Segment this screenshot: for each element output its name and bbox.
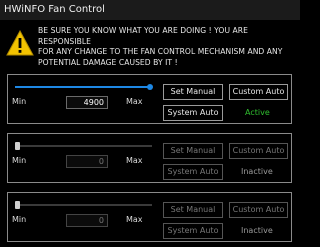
slider-knob[interactable]	[147, 84, 153, 90]
custom-auto-button[interactable]: Custom Auto	[229, 202, 288, 218]
status-label: Active	[245, 108, 270, 117]
max-label: Max	[126, 215, 143, 224]
system-auto-button[interactable]: System Auto	[163, 164, 223, 180]
min-label: Min	[12, 156, 27, 165]
min-label: Min	[12, 215, 27, 224]
fan-panel-2: Min Max 0 Set Manual Custom Auto System …	[7, 133, 292, 183]
fan-slider-1[interactable]	[15, 84, 153, 90]
fan-slider-fill	[15, 86, 152, 88]
max-label: Max	[126, 156, 143, 165]
status-label: Inactive	[241, 226, 273, 235]
set-manual-button[interactable]: Set Manual	[163, 143, 223, 159]
system-auto-button[interactable]: System Auto	[163, 223, 223, 239]
slider-knob[interactable]	[15, 201, 20, 209]
set-manual-button[interactable]: Set Manual	[163, 84, 223, 100]
fan-slider-3[interactable]	[15, 201, 152, 209]
custom-auto-button[interactable]: Custom Auto	[229, 84, 288, 100]
fan-slider-2[interactable]	[15, 142, 152, 150]
max-label: Max	[126, 97, 143, 106]
fan-value-field[interactable]: 4900	[66, 96, 108, 109]
custom-auto-button[interactable]: Custom Auto	[229, 143, 288, 159]
set-manual-button[interactable]: Set Manual	[163, 202, 223, 218]
status-label: Inactive	[241, 167, 273, 176]
warning-line-2: FOR ANY CHANGE TO THE FAN CONTROL MECHAN…	[38, 47, 283, 56]
slider-knob[interactable]	[15, 142, 20, 150]
fan-panel-3: Min Max 0 Set Manual Custom Auto System …	[7, 192, 292, 242]
warning-icon	[6, 30, 34, 56]
warning-line-3: POTENTIAL DAMAGE CAUSED BY IT !	[38, 57, 178, 67]
warning-banner: BE SURE YOU KNOW WHAT YOU ARE DOING ! YO…	[6, 24, 296, 68]
min-label: Min	[12, 97, 27, 106]
warning-text: BE SURE YOU KNOW WHAT YOU ARE DOING ! YO…	[38, 26, 296, 68]
fan-value-field[interactable]: 0	[66, 155, 108, 168]
fan-panel-1: Min Max 4900 Set Manual Custom Auto Syst…	[7, 74, 292, 124]
warning-line-1: BE SURE YOU KNOW WHAT YOU ARE DOING ! YO…	[38, 26, 248, 46]
fan-value-field[interactable]: 0	[66, 214, 108, 227]
system-auto-button[interactable]: System Auto	[163, 105, 223, 121]
window-title: HWiNFO Fan Control	[0, 0, 300, 20]
